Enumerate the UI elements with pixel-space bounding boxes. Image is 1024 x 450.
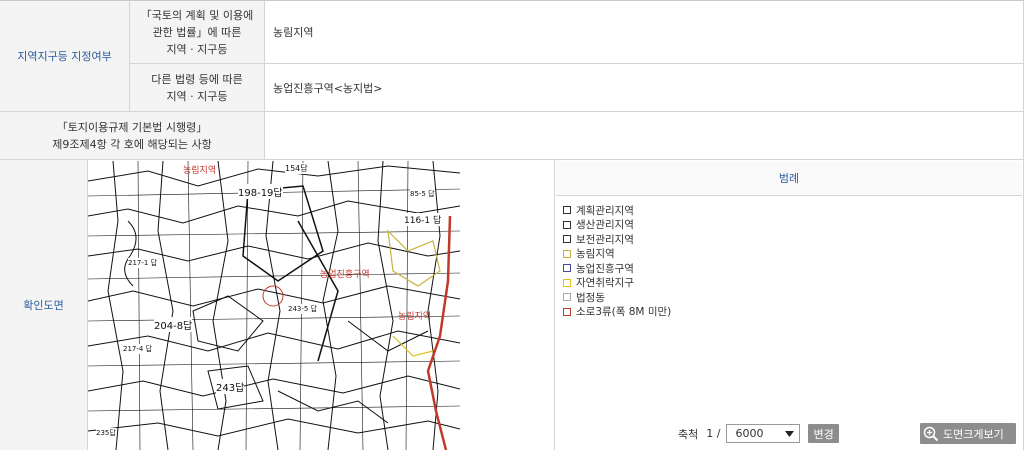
zoom-in-icon	[923, 426, 939, 441]
legend-item: 보전관리지역	[563, 232, 671, 247]
zoning-label: 지역지구등 지정여부	[17, 50, 112, 63]
legend-list: 계획관리지역 생산관리지역 보전관리지역 농림지역 농업진흥구역 자연취락지구 …	[563, 203, 671, 319]
land-use-table: 지역지구등 지정여부 「국토의 계획 및 이용에 관한 법률」에 따른 지역 ·…	[0, 0, 1024, 450]
decree-value-cell	[265, 112, 1024, 160]
enlarge-map-button[interactable]: 도면크게보기	[920, 423, 1016, 444]
cadastral-map-drawing	[88, 161, 460, 450]
zone-label-3: 농림지역	[398, 312, 432, 322]
legend-swatch	[563, 293, 571, 302]
law2-label: 다른 법령 등에 따른 지역 · 지구등	[151, 72, 243, 103]
parcel-label-4: 85-5 답	[410, 189, 435, 199]
scale-controls: 축척 1 / 6000 변경	[678, 424, 839, 443]
parcel-label-8: 235답	[96, 428, 116, 438]
legend-swatch	[563, 206, 571, 215]
law1-header: 「국토의 계획 및 이용에 관한 법률」에 따른 지역 · 지구등	[130, 1, 265, 64]
parcel-label-9: 217-4 답	[123, 344, 153, 354]
legend-swatch	[563, 264, 571, 273]
legend-item: 법정동	[563, 290, 671, 305]
legend-item: 생산관리지역	[563, 218, 671, 233]
legend-item: 소로3류(폭 8M 미만)	[563, 305, 671, 320]
scale-select[interactable]: 6000	[726, 424, 801, 443]
decree-header: 「토지이용규제 기본법 시행령」 제9조제4항 각 호에 해당되는 사항	[0, 112, 265, 160]
parcel-label-10: 243-5 답	[288, 304, 318, 314]
legend-item: 자연취락지구	[563, 276, 671, 291]
law2-header: 다른 법령 등에 따른 지역 · 지구등	[130, 64, 265, 112]
decree-label: 「토지이용규제 기본법 시행령」 제9조제4항 각 호에 해당되는 사항	[52, 120, 212, 151]
law1-value: 농림지역	[273, 26, 314, 39]
legend-item: 계획관리지역	[563, 203, 671, 218]
parcel-label-6: 243답	[216, 379, 245, 394]
scale-label: 축척	[678, 427, 699, 441]
zone-label-1: 농림지역	[183, 166, 217, 176]
parcel-label-7: 217-1 답	[128, 258, 158, 268]
change-scale-button[interactable]: 변경	[808, 424, 839, 443]
chevron-down-icon	[785, 430, 795, 437]
legend-swatch	[563, 249, 571, 258]
law2-value-cell: 농업진흥구역<농지법>	[265, 64, 1024, 112]
scale-prefix: 1 /	[706, 427, 721, 440]
parcel-label-3: 116-1 답	[404, 213, 442, 226]
legend-swatch	[563, 278, 571, 287]
legend-item: 농업진흥구역	[563, 261, 671, 276]
legend-item: 농림지역	[563, 247, 671, 262]
parcel-label-1: 154답	[285, 163, 308, 174]
map-label: 확인도면	[23, 299, 64, 312]
law1-label: 「국토의 계획 및 이용에 관한 법률」에 따른 지역 · 지구등	[140, 8, 254, 56]
zone-label-2: 농업진흥구역	[320, 270, 370, 280]
law1-value-cell: 농림지역	[265, 1, 1024, 64]
map-header: 확인도면	[0, 160, 88, 450]
legend-swatch	[563, 307, 571, 316]
legend-swatch	[563, 235, 571, 244]
scale-select-value: 6000	[735, 427, 764, 440]
cadastral-map[interactable]: 154답 198-19답 116-1 답 85-5 답 204-8답 243답 …	[88, 161, 460, 450]
parcel-label-2: 198-19답	[238, 184, 283, 199]
law2-value: 농업진흥구역<농지법>	[273, 81, 383, 95]
zoning-header: 지역지구등 지정여부	[0, 1, 130, 112]
parcel-label-5: 204-8답	[154, 317, 193, 332]
legend-title: 범례	[556, 161, 1022, 196]
legend-swatch	[563, 220, 571, 229]
